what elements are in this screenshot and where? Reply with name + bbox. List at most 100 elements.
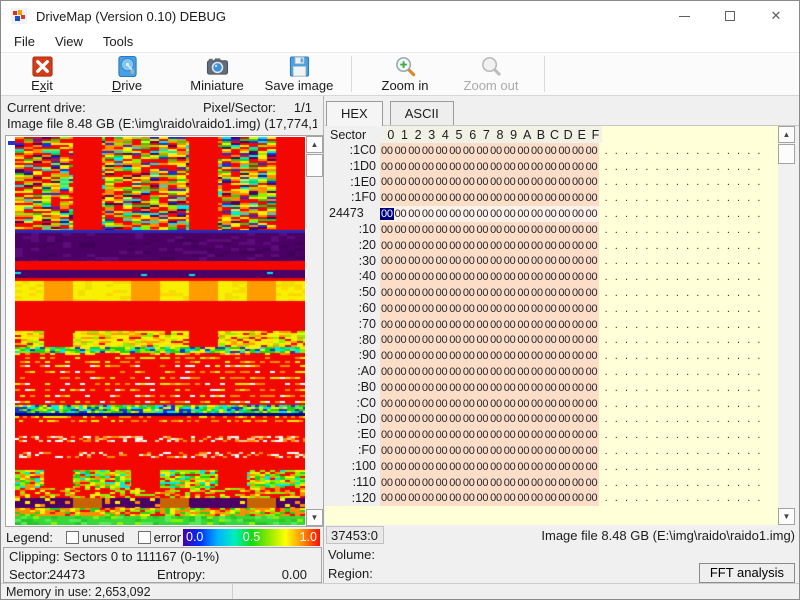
scroll-down-button[interactable]: ▼ xyxy=(778,508,795,525)
hex-byte[interactable]: 00 xyxy=(380,161,394,173)
ascii-char[interactable]: . xyxy=(601,192,611,204)
hex-byte[interactable]: 00 xyxy=(475,240,489,252)
hex-byte[interactable]: 00 xyxy=(585,287,599,299)
ascii-char[interactable]: . xyxy=(683,161,693,173)
hex-byte[interactable]: 00 xyxy=(462,161,476,173)
hex-byte[interactable]: 00 xyxy=(448,350,462,362)
ascii-char[interactable]: . xyxy=(632,161,642,173)
ascii-char[interactable]: . xyxy=(713,382,723,394)
hex-byte[interactable]: 00 xyxy=(475,287,489,299)
ascii-char[interactable]: . xyxy=(632,477,642,489)
ascii-char[interactable]: . xyxy=(744,271,754,283)
hex-byte[interactable]: 00 xyxy=(380,350,394,362)
hex-byte[interactable]: 00 xyxy=(489,255,503,267)
hex-byte[interactable]: 00 xyxy=(475,255,489,267)
hex-byte[interactable]: 00 xyxy=(489,334,503,346)
hex-scrollbar[interactable]: ▲ ▼ xyxy=(778,126,795,525)
ascii-char[interactable]: . xyxy=(683,350,693,362)
ascii-char[interactable]: . xyxy=(672,161,682,173)
ascii-char[interactable]: . xyxy=(703,366,713,378)
ascii-char[interactable]: . xyxy=(754,224,764,236)
hex-byte[interactable]: 00 xyxy=(530,255,544,267)
hex-byte[interactable]: 00 xyxy=(516,445,530,457)
ascii-char[interactable]: . xyxy=(662,192,672,204)
hex-byte[interactable]: 00 xyxy=(544,398,558,410)
hex-byte[interactable]: 00 xyxy=(516,303,530,315)
ascii-char[interactable]: . xyxy=(611,224,621,236)
ascii-char[interactable]: . xyxy=(754,350,764,362)
hex-byte[interactable]: 00 xyxy=(557,287,571,299)
ascii-char[interactable]: . xyxy=(693,413,703,425)
ascii-char[interactable]: . xyxy=(621,413,631,425)
hex-byte[interactable]: 00 xyxy=(435,208,449,220)
ascii-char[interactable]: . xyxy=(652,350,662,362)
ascii-char[interactable]: . xyxy=(754,429,764,441)
ascii-char[interactable]: . xyxy=(611,334,621,346)
hex-byte[interactable]: 00 xyxy=(503,413,517,425)
hex-byte[interactable]: 00 xyxy=(407,161,421,173)
ascii-char[interactable]: . xyxy=(652,255,662,267)
ascii-char[interactable]: . xyxy=(632,192,642,204)
ascii-char[interactable]: . xyxy=(611,350,621,362)
ascii-char[interactable]: . xyxy=(683,413,693,425)
ascii-char[interactable]: . xyxy=(662,398,672,410)
ascii-char[interactable]: . xyxy=(693,255,703,267)
ascii-char[interactable]: . xyxy=(754,240,764,252)
ascii-char[interactable]: . xyxy=(683,319,693,331)
ascii-char[interactable]: . xyxy=(703,271,713,283)
ascii-char[interactable]: . xyxy=(642,287,652,299)
ascii-char[interactable]: . xyxy=(652,176,662,188)
hex-byte[interactable]: 00 xyxy=(407,287,421,299)
ascii-char[interactable]: . xyxy=(611,192,621,204)
hex-byte[interactable]: 00 xyxy=(448,334,462,346)
ascii-char[interactable]: . xyxy=(683,287,693,299)
ascii-char[interactable]: . xyxy=(672,334,682,346)
ascii-char[interactable]: . xyxy=(662,240,672,252)
hex-byte[interactable]: 00 xyxy=(544,429,558,441)
hex-byte[interactable]: 00 xyxy=(530,287,544,299)
ascii-char[interactable]: . xyxy=(733,366,743,378)
hex-byte[interactable]: 00 xyxy=(544,319,558,331)
hex-byte[interactable]: 00 xyxy=(503,271,517,283)
ascii-char[interactable]: . xyxy=(652,208,662,220)
hex-byte[interactable]: 00 xyxy=(394,176,408,188)
ascii-char[interactable]: . xyxy=(601,461,611,473)
hex-byte[interactable]: 00 xyxy=(435,145,449,157)
ascii-char[interactable]: . xyxy=(601,161,611,173)
drive-button[interactable]: Drive xyxy=(97,54,157,95)
hex-byte[interactable]: 00 xyxy=(516,271,530,283)
ascii-char[interactable]: . xyxy=(632,382,642,394)
hex-byte[interactable]: 00 xyxy=(516,413,530,425)
ascii-char[interactable]: . xyxy=(642,240,652,252)
ascii-char[interactable]: . xyxy=(703,445,713,457)
ascii-char[interactable]: . xyxy=(672,492,682,504)
hex-byte[interactable]: 00 xyxy=(503,334,517,346)
hex-byte[interactable]: 00 xyxy=(503,303,517,315)
hex-byte[interactable]: 00 xyxy=(380,224,394,236)
ascii-char[interactable]: . xyxy=(611,445,621,457)
hex-byte[interactable]: 00 xyxy=(585,492,599,504)
ascii-char[interactable]: . xyxy=(754,334,764,346)
hex-byte[interactable]: 00 xyxy=(557,192,571,204)
ascii-char[interactable]: . xyxy=(744,161,754,173)
hex-byte[interactable]: 00 xyxy=(489,382,503,394)
ascii-char[interactable]: . xyxy=(713,303,723,315)
hex-byte[interactable]: 00 xyxy=(435,334,449,346)
minimize-button[interactable] xyxy=(661,1,707,31)
hex-byte[interactable]: 00 xyxy=(407,382,421,394)
hex-byte[interactable]: 00 xyxy=(557,240,571,252)
ascii-char[interactable]: . xyxy=(683,240,693,252)
ascii-char[interactable]: . xyxy=(703,192,713,204)
ascii-char[interactable]: . xyxy=(621,287,631,299)
ascii-char[interactable]: . xyxy=(693,429,703,441)
hex-byte[interactable]: 00 xyxy=(544,240,558,252)
hex-byte[interactable]: 00 xyxy=(394,461,408,473)
ascii-char[interactable]: . xyxy=(601,398,611,410)
ascii-char[interactable]: . xyxy=(723,224,733,236)
ascii-char[interactable]: . xyxy=(632,492,642,504)
ascii-char[interactable]: . xyxy=(632,240,642,252)
hex-byte[interactable]: 00 xyxy=(448,255,462,267)
ascii-char[interactable]: . xyxy=(733,145,743,157)
ascii-char[interactable]: . xyxy=(652,334,662,346)
hex-byte[interactable]: 00 xyxy=(394,240,408,252)
